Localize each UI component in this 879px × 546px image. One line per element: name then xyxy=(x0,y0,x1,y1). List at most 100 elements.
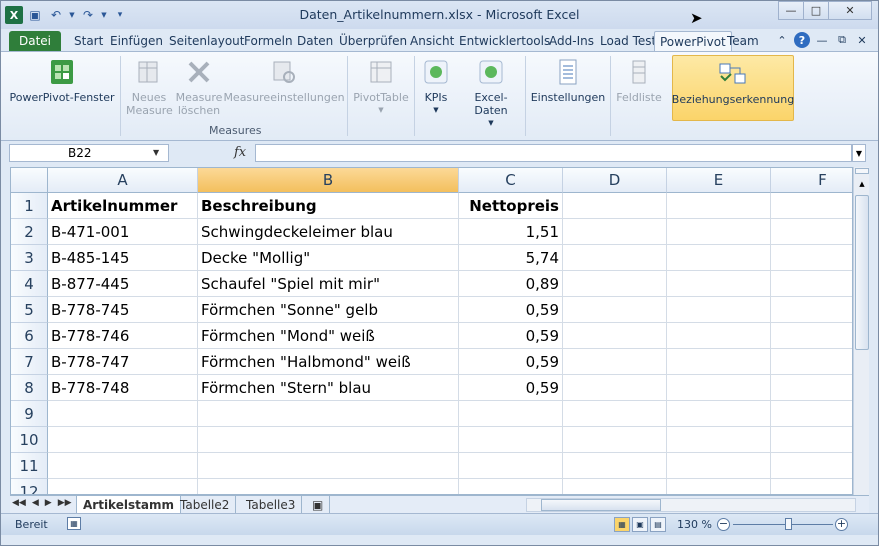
cell-e7[interactable] xyxy=(667,349,771,375)
cell-d3[interactable] xyxy=(563,245,667,271)
cell-e1[interactable] xyxy=(667,193,771,219)
cell-c1[interactable]: Nettopreis xyxy=(459,193,563,219)
settings-button[interactable]: Einstellungen xyxy=(529,56,607,104)
cell-a4[interactable]: B-877-445 xyxy=(48,271,198,297)
cell-f7[interactable] xyxy=(771,349,852,375)
cell-e8[interactable] xyxy=(667,375,771,401)
cell-f5[interactable] xyxy=(771,297,852,323)
name-box-dropdown-icon[interactable]: ▼ xyxy=(153,148,159,157)
cell-b9[interactable] xyxy=(198,401,459,427)
zoom-level[interactable]: 130 % xyxy=(677,518,712,531)
cell-a8[interactable]: B-778-748 xyxy=(48,375,198,401)
cell-d12[interactable] xyxy=(563,479,667,494)
zoom-out-icon[interactable]: − xyxy=(717,518,730,531)
cell-d5[interactable] xyxy=(563,297,667,323)
cell-f3[interactable] xyxy=(771,245,852,271)
row-header[interactable]: 6 xyxy=(11,323,48,349)
first-sheet-icon[interactable]: ◀◀ xyxy=(12,498,26,508)
cell-f6[interactable] xyxy=(771,323,852,349)
cell-b12[interactable] xyxy=(198,479,459,494)
cell-a3[interactable]: B-485-145 xyxy=(48,245,198,271)
cell-a7[interactable]: B-778-747 xyxy=(48,349,198,375)
cell-e6[interactable] xyxy=(667,323,771,349)
cell-c4[interactable]: 0,89 xyxy=(459,271,563,297)
cell-e2[interactable] xyxy=(667,219,771,245)
cell-b6[interactable]: Förmchen "Mond" weiß xyxy=(198,323,459,349)
column-header-d[interactable]: D xyxy=(563,168,667,193)
cell-f11[interactable] xyxy=(771,453,852,479)
help-icon[interactable]: ? xyxy=(794,32,810,48)
tab-datei[interactable]: Datei xyxy=(9,31,62,51)
cell-b11[interactable] xyxy=(198,453,459,479)
cell-a5[interactable]: B-778-745 xyxy=(48,297,198,323)
cell-b7[interactable]: Förmchen "Halbmond" weiß xyxy=(198,349,459,375)
split-box-icon[interactable] xyxy=(855,168,869,174)
cell-c6[interactable]: 0,59 xyxy=(459,323,563,349)
last-sheet-icon[interactable]: ▶▶ xyxy=(58,498,72,508)
row-header[interactable]: 12 xyxy=(11,479,48,494)
row-header[interactable]: 7 xyxy=(11,349,48,375)
horizontal-scroll-thumb[interactable] xyxy=(541,499,661,511)
cell-a6[interactable]: B-778-746 xyxy=(48,323,198,349)
vertical-scroll-thumb[interactable] xyxy=(855,195,869,350)
column-header-e[interactable]: E xyxy=(667,168,771,193)
measure-settings-button[interactable]: Measureeinstellungen xyxy=(223,56,345,104)
cell-c9[interactable] xyxy=(459,401,563,427)
row-header[interactable]: 8 xyxy=(11,375,48,401)
cell-e11[interactable] xyxy=(667,453,771,479)
cell-a11[interactable] xyxy=(48,453,198,479)
workbook-minimize-icon[interactable]: — xyxy=(814,32,830,48)
next-sheet-icon[interactable]: ▶ xyxy=(45,498,52,508)
cell-c12[interactable] xyxy=(459,479,563,494)
tab-team[interactable]: Team xyxy=(722,31,764,51)
cell-d9[interactable] xyxy=(563,401,667,427)
row-header[interactable]: 5 xyxy=(11,297,48,323)
row-header[interactable]: 11 xyxy=(11,453,48,479)
delete-measure-button[interactable]: Measure löschen xyxy=(175,56,223,117)
cell-d8[interactable] xyxy=(563,375,667,401)
tab-entwicklertools[interactable]: Entwicklertools xyxy=(454,31,555,51)
minimize-ribbon-icon[interactable]: ⌃ xyxy=(774,32,790,48)
excel-data-button[interactable]: Excel-Daten ▼ xyxy=(459,56,523,130)
close-button[interactable]: ✕ xyxy=(828,1,872,20)
vertical-scrollbar[interactable]: ▲ xyxy=(853,167,869,495)
page-break-view-icon[interactable]: ▤ xyxy=(650,517,666,532)
cell-d6[interactable] xyxy=(563,323,667,349)
tab-formeln[interactable]: Formeln xyxy=(239,31,298,51)
tab-add-ins[interactable]: Add-Ins xyxy=(544,31,599,51)
cell-f2[interactable] xyxy=(771,219,852,245)
row-header[interactable]: 2 xyxy=(11,219,48,245)
normal-view-icon[interactable]: ▦ xyxy=(614,517,630,532)
cell-c3[interactable]: 5,74 xyxy=(459,245,563,271)
cell-f12[interactable] xyxy=(771,479,852,494)
zoom-slider[interactable]: − + xyxy=(717,517,851,533)
cell-e3[interactable] xyxy=(667,245,771,271)
scroll-up-icon[interactable]: ▲ xyxy=(855,177,869,191)
row-header[interactable]: 1 xyxy=(11,193,48,219)
column-header-f[interactable]: F xyxy=(771,168,852,193)
cell-b10[interactable] xyxy=(198,427,459,453)
kpis-button[interactable]: KPIs ▼ xyxy=(419,56,453,117)
tab-start[interactable]: Start xyxy=(69,31,108,51)
name-box[interactable]: B22 xyxy=(9,144,169,162)
cell-b3[interactable]: Decke "Mollig" xyxy=(198,245,459,271)
zoom-in-icon[interactable]: + xyxy=(835,518,848,531)
cell-b1[interactable]: Beschreibung xyxy=(198,193,459,219)
maximize-button[interactable]: □ xyxy=(803,1,829,20)
cell-c7[interactable]: 0,59 xyxy=(459,349,563,375)
formula-input[interactable] xyxy=(255,144,852,162)
row-header[interactable]: 9 xyxy=(11,401,48,427)
sheet-tab-artikelstamm[interactable]: Artikelstamm xyxy=(76,496,181,513)
prev-sheet-icon[interactable]: ◀ xyxy=(32,498,39,508)
minimize-button[interactable]: — xyxy=(778,1,804,20)
cell-e4[interactable] xyxy=(667,271,771,297)
relationship-detection-button[interactable]: Beziehungserkennung xyxy=(672,55,794,121)
page-layout-view-icon[interactable]: ▣ xyxy=(632,517,648,532)
cell-b8[interactable]: Förmchen "Stern" blau xyxy=(198,375,459,401)
cell-c11[interactable] xyxy=(459,453,563,479)
row-header[interactable]: 3 xyxy=(11,245,48,271)
cell-c8[interactable]: 0,59 xyxy=(459,375,563,401)
zoom-thumb[interactable] xyxy=(785,518,792,530)
expand-formula-bar-icon[interactable]: ▼ xyxy=(852,144,866,162)
insert-function-icon[interactable]: fx xyxy=(234,145,246,160)
